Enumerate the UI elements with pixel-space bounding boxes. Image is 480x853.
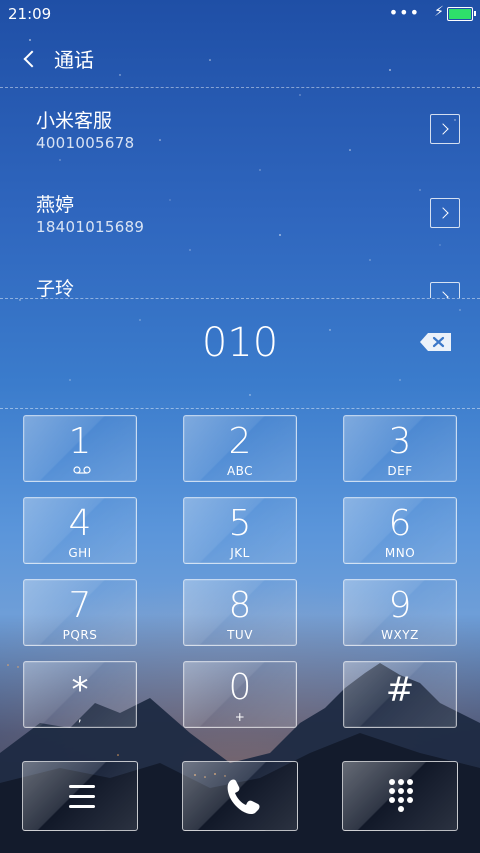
status-bar: 21:09 ••• ⚡ xyxy=(0,0,480,28)
display-divider xyxy=(0,408,480,409)
key-3[interactable]: 3 DEF xyxy=(343,415,457,482)
key-digit: 9 xyxy=(388,585,412,626)
key-letters: + xyxy=(234,710,246,724)
list-divider xyxy=(0,298,480,299)
contact-name: 小米客服 xyxy=(36,110,113,132)
key-2[interactable]: 2 ABC xyxy=(183,415,297,482)
dialed-digits: 010 xyxy=(201,320,279,366)
key-digit: 5 xyxy=(228,503,252,544)
key-digit: 8 xyxy=(228,585,252,626)
key-digit: 6 xyxy=(388,503,412,544)
key-letters: MNO xyxy=(384,546,416,560)
call-button[interactable] xyxy=(182,761,298,831)
key-digit: 4 xyxy=(68,503,92,544)
contact-item[interactable]: 小米客服 4001005678 xyxy=(0,88,480,172)
key-letters: GHI xyxy=(68,546,92,560)
page-title: 通话 xyxy=(54,48,94,72)
status-time: 21:09 xyxy=(8,5,52,23)
backspace-icon[interactable] xyxy=(418,330,454,354)
contact-detail-arrow-icon[interactable] xyxy=(430,198,460,228)
dialpad-icon xyxy=(389,779,413,812)
key-digit: * xyxy=(71,670,89,710)
contact-item[interactable]: 燕婷 18401015689 xyxy=(0,172,480,256)
key-letters: WXYZ xyxy=(381,628,419,642)
key-star[interactable]: * , xyxy=(23,661,137,728)
key-8[interactable]: 8 TUV xyxy=(183,579,297,646)
voicemail-icon xyxy=(73,466,91,474)
key-digit: 3 xyxy=(388,421,412,462)
contact-name: 子玲 xyxy=(36,278,75,298)
key-0[interactable]: 0 + xyxy=(183,661,297,728)
key-letters: PQRS xyxy=(62,628,98,642)
charging-bolt-icon: ⚡ xyxy=(434,4,444,20)
key-digit: 2 xyxy=(228,421,252,462)
battery-icon xyxy=(447,7,476,21)
key-digit: 7 xyxy=(68,585,92,626)
contact-item[interactable]: 子玲 xyxy=(0,256,480,298)
menu-button[interactable] xyxy=(22,761,138,831)
back-arrow-icon[interactable] xyxy=(12,42,46,76)
contact-suggestion-list[interactable]: 小米客服 4001005678 燕婷 18401015689 子玲 xyxy=(0,88,480,298)
key-letters: , xyxy=(77,710,83,724)
dialed-number-display: 010 xyxy=(0,300,480,408)
call-icon xyxy=(227,779,260,815)
key-6[interactable]: 6 MNO xyxy=(343,497,457,564)
dialpad-toggle-button[interactable] xyxy=(342,761,458,831)
menu-icon xyxy=(69,785,95,808)
key-9[interactable]: 9 WXYZ xyxy=(343,579,457,646)
key-letters: DEF xyxy=(387,464,413,478)
contact-number: 18401015689 xyxy=(36,218,145,236)
key-digit: 0 xyxy=(228,667,252,708)
contact-detail-arrow-icon[interactable] xyxy=(430,114,460,144)
contact-number: 4001005678 xyxy=(36,134,135,152)
contact-detail-arrow-icon[interactable] xyxy=(430,282,460,298)
signal-dots: ••• xyxy=(388,3,420,22)
key-letters: ABC xyxy=(226,464,254,478)
key-letters: JKL xyxy=(230,546,250,560)
key-7[interactable]: 7 PQRS xyxy=(23,579,137,646)
header: 通话 xyxy=(0,32,480,86)
key-5[interactable]: 5 JKL xyxy=(183,497,297,564)
key-hash[interactable]: # xyxy=(343,661,457,728)
contact-name: 燕婷 xyxy=(36,194,75,216)
key-digit: 1 xyxy=(68,421,92,462)
key-4[interactable]: 4 GHI xyxy=(23,497,137,564)
key-letters: TUV xyxy=(227,628,253,642)
key-1[interactable]: 1 xyxy=(23,415,137,482)
key-digit: # xyxy=(385,670,415,710)
